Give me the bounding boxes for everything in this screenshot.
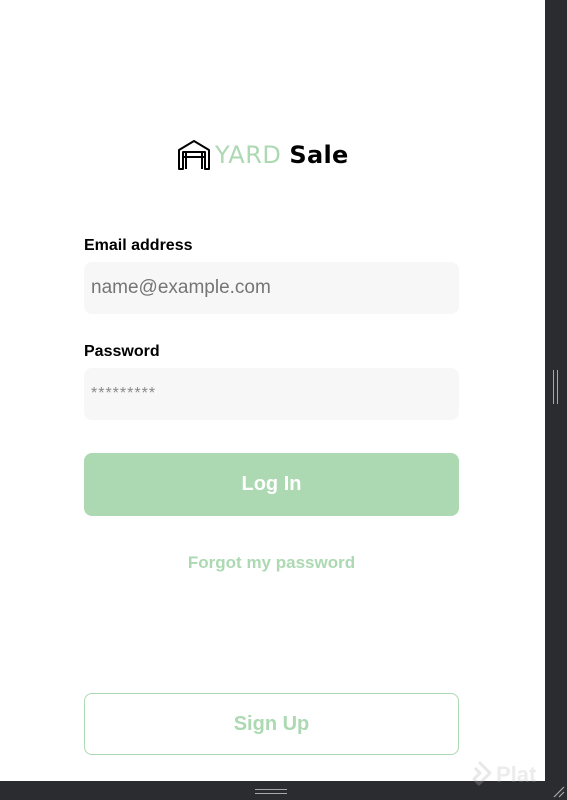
password-label: Password — [84, 343, 160, 360]
garage-icon — [178, 140, 210, 170]
email-field[interactable] — [84, 262, 459, 314]
yard-sale-logo: YARD Sale — [177, 137, 349, 173]
login-button[interactable]: Log In — [84, 453, 459, 516]
logo-word-sale: Sale — [289, 141, 349, 169]
vertical-resize-handle[interactable] — [553, 370, 558, 404]
horizontal-resize-handle[interactable] — [255, 789, 287, 794]
forgot-password-link[interactable]: Forgot my password — [84, 553, 459, 573]
password-field[interactable]: ********* — [84, 368, 459, 420]
logo-word-yard: YARD — [215, 141, 282, 169]
app-viewport: YARD Sale Email address Password *******… — [0, 0, 545, 781]
email-label: Email address — [84, 237, 193, 254]
bottom-panel-bar — [0, 781, 567, 800]
side-panel-rail — [545, 0, 567, 800]
signup-button[interactable]: Sign Up — [84, 693, 459, 755]
resize-grip-icon[interactable] — [551, 784, 565, 798]
